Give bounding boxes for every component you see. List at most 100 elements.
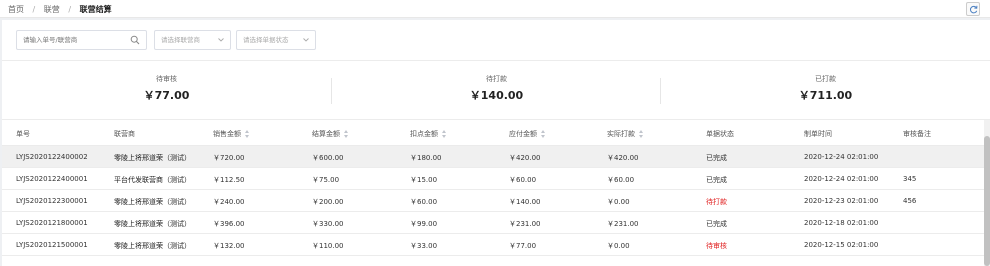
status-select[interactable]: 请选择单据状态 (236, 30, 316, 50)
col-header-status: 单据状态 (706, 130, 734, 138)
table-row[interactable]: LYJS2020121500001 零陵上将邢道荣（测试） ￥132.00 ￥1… (2, 234, 984, 256)
stat-pending-review: 待审核 ￥77.00 (2, 64, 331, 118)
col-header-settlement-amount[interactable]: 结算金额 (312, 129, 349, 139)
table-row[interactable]: LYJS2020122400002 零陵上将邢道荣（测试） ￥720.00 ￥6… (2, 146, 984, 168)
cell-payable-amount: ￥140.00 (509, 198, 541, 206)
cell-order-no: LYJS2020121500001 (16, 241, 88, 249)
cell-order-no: LYJS2020122400001 (16, 175, 88, 183)
search-icon[interactable] (130, 35, 140, 45)
stat-value: ￥711.00 (798, 89, 853, 102)
stat-pending-payment: 待打款 ￥140.00 (332, 64, 661, 118)
col-header-created-time: 制单时间 (804, 130, 832, 138)
stat-label: 已打款 (815, 75, 836, 83)
cell-actual-payment: ￥0.00 (607, 198, 630, 206)
cell-created-time: 2020-12-15 02:01:00 (804, 241, 879, 249)
cell-settlement-amount: ￥330.00 (312, 220, 344, 228)
stat-paid: 已打款 ￥711.00 (661, 64, 990, 118)
cell-sales-amount: ￥112.50 (213, 176, 245, 184)
table-row[interactable]: LYJS2020121800001 零陵上将邢道荣（测试） ￥396.00 ￥3… (2, 212, 984, 234)
cell-settlement-amount: ￥110.00 (312, 242, 344, 250)
stat-label: 待打款 (486, 75, 507, 83)
breadcrumb-level2[interactable]: 联营 (44, 5, 60, 14)
cell-status: 已完成 (706, 154, 727, 162)
col-header-sales-amount[interactable]: 销售金额 (213, 129, 250, 139)
col-header-deduction-amount[interactable]: 扣点金额 (410, 129, 447, 139)
chevron-down-icon (218, 38, 224, 42)
cell-sales-amount: ￥396.00 (213, 220, 245, 228)
cell-status: 待打款 (706, 198, 727, 206)
cell-order-no: LYJS2020122300001 (16, 197, 88, 205)
sort-icon[interactable] (639, 130, 644, 138)
col-header-actual-payment[interactable]: 实际打款 (607, 129, 644, 139)
cell-deduction-amount: ￥33.00 (410, 242, 438, 250)
cell-created-time: 2020-12-24 02:01:00 (804, 153, 879, 161)
sort-icon[interactable] (442, 130, 447, 138)
chevron-down-icon (303, 38, 309, 42)
cell-payable-amount: ￥60.00 (509, 176, 537, 184)
cell-status: 待审核 (706, 242, 727, 250)
cell-review-note: 456 (903, 197, 917, 205)
cell-order-no: LYJS2020122400002 (16, 153, 88, 161)
cell-deduction-amount: ￥60.00 (410, 198, 438, 206)
search-input[interactable] (17, 31, 122, 49)
table-header: 单号 联营商 销售金额 结算金额 扣点金额 应付金额 实际打款 单据状态 制单时… (2, 120, 990, 146)
breadcrumb: 首页 / 联营 / 联营结算 (8, 4, 112, 15)
divider (2, 60, 990, 61)
cell-payable-amount: ￥231.00 (509, 220, 541, 228)
sort-icon[interactable] (541, 130, 546, 138)
sort-icon[interactable] (344, 130, 349, 138)
stat-label: 待审核 (156, 75, 177, 83)
refresh-icon (969, 5, 977, 13)
cell-deduction-amount: ￥15.00 (410, 176, 438, 184)
cell-deduction-amount: ￥180.00 (410, 154, 442, 162)
sort-icon[interactable] (245, 130, 250, 138)
cell-settlement-amount: ￥600.00 (312, 154, 344, 162)
cell-actual-payment: ￥60.00 (607, 176, 635, 184)
cell-actual-payment: ￥0.00 (607, 242, 630, 250)
col-header-order-no: 单号 (16, 130, 30, 138)
merchant-select[interactable]: 请选择联营商 (154, 30, 231, 50)
breadcrumb-current: 联营结算 (79, 5, 112, 14)
cell-sales-amount: ￥720.00 (213, 154, 245, 162)
cell-merchant: 平台代发联营商（测试） (114, 176, 191, 184)
breadcrumb-home[interactable]: 首页 (8, 5, 24, 14)
breadcrumb-separator: / (32, 5, 36, 14)
breadcrumb-separator: / (68, 5, 72, 14)
stat-value: ￥140.00 (469, 89, 524, 102)
cell-payable-amount: ￥77.00 (509, 242, 537, 250)
cell-actual-payment: ￥231.00 (607, 220, 639, 228)
cell-payable-amount: ￥420.00 (509, 154, 541, 162)
table-row[interactable]: LYJS2020122300001 零陵上将邢道荣（测试） ￥240.00 ￥2… (2, 190, 984, 212)
col-header-merchant: 联营商 (114, 130, 135, 138)
search-box (16, 30, 147, 50)
scrollbar-thumb[interactable] (984, 136, 990, 266)
status-select-placeholder: 请选择单据状态 (243, 36, 289, 44)
content-panel: 请选择联营商 请选择单据状态 待审核 ￥77.00 待打款 ￥140.00 已打… (2, 20, 990, 266)
cell-review-note: 345 (903, 175, 917, 183)
table-scrollbar[interactable] (984, 120, 990, 266)
cell-deduction-amount: ￥99.00 (410, 220, 438, 228)
cell-order-no: LYJS2020121800001 (16, 219, 88, 227)
cell-merchant: 零陵上将邢道荣（测试） (114, 220, 191, 228)
cell-merchant: 零陵上将邢道荣（测试） (114, 198, 191, 206)
cell-created-time: 2020-12-24 02:01:00 (804, 175, 879, 183)
cell-actual-payment: ￥420.00 (607, 154, 639, 162)
top-bar: 首页 / 联营 / 联营结算 (0, 0, 990, 18)
cell-sales-amount: ￥240.00 (213, 198, 245, 206)
stat-value: ￥77.00 (143, 89, 190, 102)
cell-merchant: 零陵上将邢道荣（测试） (114, 242, 191, 250)
col-header-payable-amount[interactable]: 应付金额 (509, 129, 546, 139)
refresh-button[interactable] (966, 2, 980, 16)
summary-stats: 待审核 ￥77.00 待打款 ￥140.00 已打款 ￥711.00 (2, 64, 990, 118)
cell-settlement-amount: ￥200.00 (312, 198, 344, 206)
col-header-review-note: 审核备注 (903, 130, 931, 138)
cell-created-time: 2020-12-18 02:01:00 (804, 219, 879, 227)
cell-sales-amount: ￥132.00 (213, 242, 245, 250)
table-row[interactable]: LYJS2020122400001 平台代发联营商（测试） ￥112.50 ￥7… (2, 168, 984, 190)
merchant-select-placeholder: 请选择联营商 (161, 36, 200, 44)
cell-created-time: 2020-12-23 02:01:00 (804, 197, 879, 205)
cell-status: 已完成 (706, 176, 727, 184)
cell-merchant: 零陵上将邢道荣（测试） (114, 154, 191, 162)
cell-settlement-amount: ￥75.00 (312, 176, 340, 184)
cell-status: 已完成 (706, 220, 727, 228)
